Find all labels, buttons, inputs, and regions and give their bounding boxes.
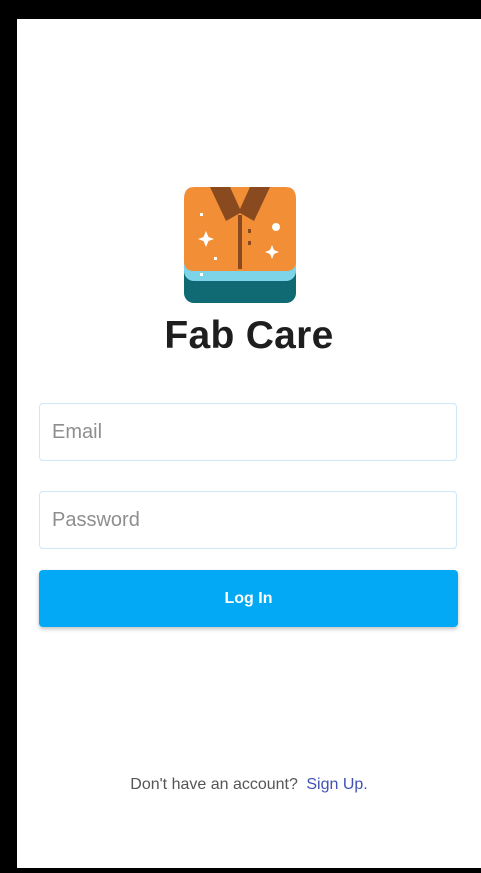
signup-prompt: Don't have an account? Sign Up. [17,776,481,794]
app-title: Fab Care [164,314,334,357]
signup-link[interactable]: Sign Up. [306,776,367,793]
password-input[interactable] [40,492,456,548]
email-input[interactable] [40,404,456,460]
folded-shirt-icon [184,187,296,303]
login-button[interactable]: Log In [39,570,458,627]
login-screen: Fab Care Log In Don't have an account? S… [17,19,481,868]
email-field[interactable] [39,403,457,461]
signup-prompt-text: Don't have an account? [130,776,298,793]
device-frame: Fab Care Log In Don't have an account? S… [0,0,481,873]
password-field[interactable] [39,491,457,549]
